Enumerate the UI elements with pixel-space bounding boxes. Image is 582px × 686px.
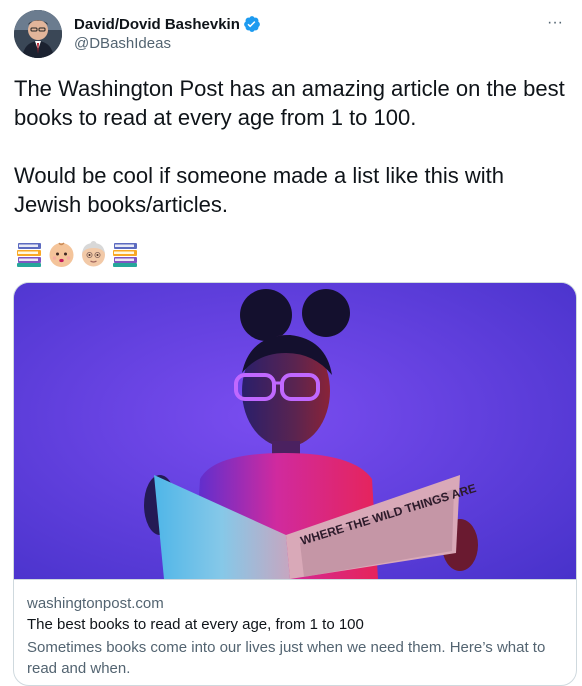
baby-icon (47, 240, 76, 269)
older-person-icon (79, 240, 108, 269)
books-icon (111, 240, 140, 269)
avatar-image (14, 10, 62, 58)
emoji-row (15, 240, 140, 269)
author-handle[interactable]: @DBashIdeas (74, 35, 261, 52)
verified-badge-icon (243, 15, 261, 33)
card-image: WHERE THE WILD THINGS ARE (14, 283, 576, 579)
books-icon (15, 240, 44, 269)
tweet-text: The Washington Post has an amazing artic… (14, 76, 565, 217)
avatar[interactable] (14, 10, 62, 58)
card-description: Sometimes books come into our lives just… (27, 639, 546, 677)
card-meta: washingtonpost.com The best books to rea… (14, 579, 576, 679)
card-title: The best books to read at every age, fro… (27, 616, 364, 633)
author-name-row: David/Dovid Bashevkin (74, 14, 261, 34)
more-options-button[interactable]: ··· (544, 12, 566, 34)
link-preview-card[interactable]: WHERE THE WILD THINGS ARE washingtonpost… (13, 282, 577, 686)
tweet: David/Dovid Bashevkin @DBashIdeas ··· Th… (0, 0, 582, 686)
author-display-name[interactable]: David/Dovid Bashevkin (74, 16, 240, 33)
card-domain: washingtonpost.com (27, 595, 164, 612)
author-info: David/Dovid Bashevkin @DBashIdeas (74, 14, 261, 52)
more-dots-icon: ··· (547, 14, 563, 31)
